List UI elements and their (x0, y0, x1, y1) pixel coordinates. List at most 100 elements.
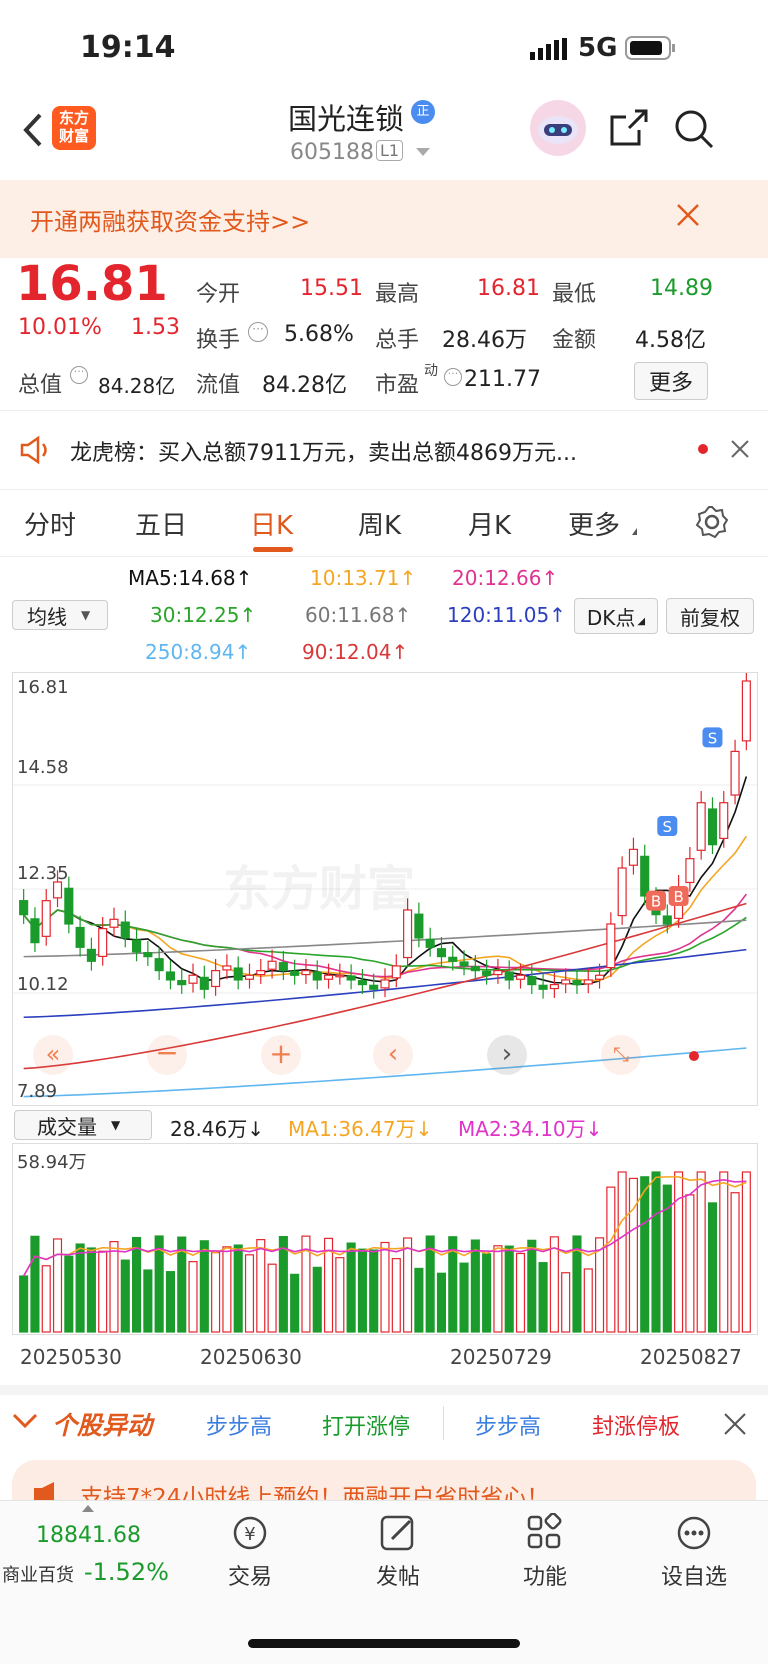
anomaly-strip[interactable]: 个股异动 步步高 打开涨停 步步高 封涨停板 (0, 1390, 768, 1460)
volume-label: 总手 (375, 328, 420, 353)
anomaly-item-4[interactable]: 封涨停板 (592, 1409, 680, 1441)
zoom-out-icon[interactable]: − (147, 1035, 187, 1075)
price-axis-min: 7.89 (17, 1081, 58, 1102)
rewind-icon[interactable]: « (33, 1035, 73, 1075)
signal-label: S (708, 729, 718, 747)
code-dropdown-icon[interactable] (416, 148, 430, 156)
last-price: 16.81 (16, 256, 168, 312)
stock-title: 国光连锁 (288, 102, 405, 136)
candle-body (19, 900, 29, 916)
candle-body (493, 970, 503, 976)
volume-ma1: MA1:36.47万↓ (288, 1117, 433, 1141)
nav-functions[interactable]: 功能 (513, 1513, 577, 1591)
volume-selector[interactable]: 成交量 ▼ (14, 1110, 152, 1140)
news-strip[interactable]: 龙虎榜：买入总额7911万元，卖出总额4869万元... (0, 411, 768, 489)
price-chart[interactable]: S S BB 东方财富 16.81 14.58 12.35 10.12 7.89 «… (12, 672, 758, 1106)
next-icon[interactable]: › (487, 1035, 527, 1075)
nav-post[interactable]: 发帖 (366, 1513, 430, 1591)
volume-bar (538, 1262, 548, 1333)
volume-bar (19, 1275, 29, 1333)
close-news-icon[interactable] (730, 439, 750, 463)
candle-body (301, 970, 311, 976)
app-logo[interactable]: 东方 财富 (52, 106, 96, 150)
date-label-4: 20250827 (640, 1345, 742, 1369)
candle-body (425, 938, 435, 948)
candle-body (459, 961, 469, 967)
candle-body (278, 962, 288, 972)
close-anomaly-icon[interactable] (723, 1412, 747, 1440)
margin-banner[interactable]: 开通两融获取资金支持>> (0, 180, 768, 258)
status-time: 19:14 (80, 30, 176, 65)
news-text: 龙虎榜：买入总额7911万元，卖出总额4869万元... (70, 441, 577, 466)
expand-icon[interactable] (82, 1505, 94, 1512)
candle-body (369, 984, 379, 990)
tab-weekly-k[interactable]: 周K (358, 505, 401, 542)
tab-daily-k[interactable]: 日K (250, 505, 293, 542)
candle-body (188, 974, 198, 984)
adjust-button[interactable]: 前复权 (666, 598, 754, 634)
chevron-down-icon[interactable] (12, 1412, 38, 1434)
signal-label: B (673, 888, 683, 906)
volume-bar (628, 1177, 638, 1333)
tab-monthly-k[interactable]: 月K (468, 505, 511, 542)
volume-bar (674, 1171, 684, 1333)
close-icon[interactable] (675, 202, 701, 232)
dk-button[interactable]: DK点 ◢ (574, 598, 658, 634)
more-button[interactable]: 更多 (634, 362, 708, 400)
assistant-avatar[interactable] (530, 100, 586, 156)
change-pct: 10.01% (18, 315, 102, 340)
ma-selector-icon: ▼ (81, 608, 91, 622)
nav-post-label: 发帖 (375, 1565, 420, 1590)
signal-icon (530, 38, 570, 66)
index-value[interactable]: 18841.68 (36, 1523, 141, 1548)
volume-bar (685, 1194, 695, 1333)
status-bar: 19:14 5G (0, 0, 768, 100)
volume-bar (290, 1273, 300, 1333)
ma-selector[interactable]: 均线 ▼ (12, 600, 108, 630)
candle-body (719, 802, 729, 839)
info-icon-3[interactable]: ··· (444, 368, 462, 386)
index-change[interactable]: -1.52% (84, 1558, 169, 1586)
volume-chart[interactable]: 58.94万 (12, 1143, 758, 1335)
tab-more-icon (632, 528, 637, 535)
volume-value: 28.46万 (442, 328, 527, 353)
prev-icon[interactable]: ‹ (373, 1035, 413, 1075)
volume-bar (436, 1272, 447, 1333)
zoom-in-icon[interactable]: + (261, 1035, 301, 1075)
anomaly-item-1[interactable]: 步步高 (206, 1409, 272, 1441)
volume-bar (583, 1268, 593, 1333)
anomaly-item-2[interactable]: 打开涨停 (322, 1409, 410, 1441)
index-name[interactable]: 商业百货 (2, 1561, 74, 1587)
turnover-value: 5.68% (284, 322, 354, 347)
volume-bar (267, 1263, 277, 1333)
volume-bar (482, 1253, 492, 1333)
high-value: 16.81 (477, 276, 540, 301)
nav-add-watchlist[interactable]: 设自选 (654, 1513, 734, 1591)
settings-icon[interactable] (695, 505, 729, 543)
tab-intraday[interactable]: 分时 (24, 505, 76, 542)
volume-bar (98, 1250, 108, 1333)
tab-more[interactable]: 更多 (568, 505, 620, 542)
fullscreen-icon[interactable]: ⤡ (601, 1035, 641, 1075)
trade-icon: ¥ (233, 1516, 267, 1550)
candle-body (41, 900, 51, 937)
mktcap-value: 84.28亿 (98, 374, 176, 398)
ma120-label: 120:11.05↑ (447, 603, 566, 627)
volume-bar (41, 1265, 51, 1333)
candle-body (244, 974, 255, 980)
volume-bar (132, 1236, 142, 1333)
candle-body (685, 858, 695, 884)
candle-body (132, 939, 142, 953)
search-icon[interactable] (673, 108, 715, 154)
info-icon[interactable]: ··· (248, 322, 268, 342)
tab-five-day[interactable]: 五日 (135, 505, 187, 542)
share-icon[interactable] (609, 108, 649, 152)
volume-bar (617, 1171, 627, 1333)
divider-2 (0, 489, 768, 490)
nav-trade[interactable]: ¥ 交易 (218, 1513, 282, 1591)
candle-body (527, 976, 537, 986)
back-icon[interactable] (15, 105, 51, 155)
anomaly-item-3[interactable]: 步步高 (475, 1409, 541, 1441)
candle-body (515, 974, 526, 980)
info-icon-2[interactable]: ··· (70, 366, 88, 384)
